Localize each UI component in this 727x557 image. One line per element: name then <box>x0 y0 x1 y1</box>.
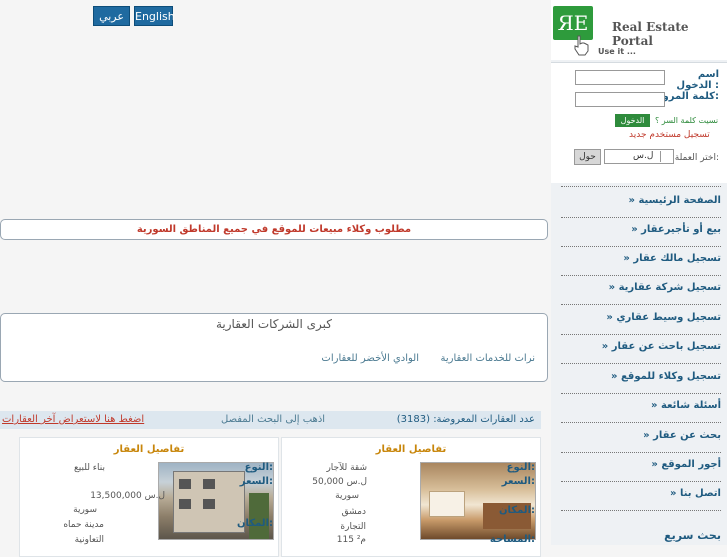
company-link[interactable]: الوادي الأخضر للعقارات <box>321 353 419 364</box>
sidebar: ЯE Real Estate Portal Use it ... اسم الد… <box>551 0 727 545</box>
listing-count: عدد العقارات المعروضة: (3183) <box>396 414 535 425</box>
property-card-title: تفاصيل العقار <box>375 444 447 455</box>
forgot-password-link[interactable]: نسيت كلمة السر ؟ <box>655 116 718 125</box>
place-value: دمشق التجارة <box>340 507 366 532</box>
area-label: المساحة: <box>489 534 535 545</box>
nav-divider <box>561 186 721 187</box>
nav-item-register-broker[interactable]: » تسجيل وسيط عقاري <box>557 312 721 323</box>
nav-divider <box>561 393 721 394</box>
currency-value: ل.س <box>633 151 654 161</box>
place-value: مدينة حماه التعاونية <box>63 520 104 545</box>
nav-item-pricing[interactable]: » أجور الموقع <box>557 459 721 470</box>
currency-label: اختر العملة: <box>674 153 719 163</box>
nav-item-faq[interactable]: » أسئلة شائعة <box>557 400 721 411</box>
username-label: اسم الدخول : <box>676 69 719 91</box>
property-card-title: تفاصيل العقار <box>113 444 185 455</box>
property-photo[interactable] <box>420 462 536 540</box>
price-value: 50,000 ل.س <box>312 477 367 487</box>
logo-tagline: Use it ... <box>598 47 636 56</box>
company-link[interactable]: نرات للخدمات العقارية <box>441 353 535 364</box>
country-value: سورية <box>335 491 359 501</box>
agents-wanted-text[interactable]: مطلوب وكلاء مبيعات للموقع في جميع المناط… <box>137 224 411 235</box>
type-label: النوع: <box>244 462 273 473</box>
type-value: بناء للبيع <box>74 463 105 473</box>
convert-button[interactable]: حول <box>574 149 601 165</box>
nav-divider <box>561 304 721 305</box>
type-label: النوع: <box>506 462 535 473</box>
price-label: السعر: <box>239 476 273 487</box>
nav-item-sell-rent[interactable]: » بيع أو تأجيرعقار <box>557 224 721 235</box>
country-value: سورية <box>73 505 97 515</box>
nav-item-home[interactable]: » الصفحة الرئيسية <box>557 195 721 206</box>
nav-item-contact[interactable]: » اتصل بنا <box>557 488 721 499</box>
nav-item-register-company[interactable]: » تسجيل شركة عقارية <box>557 282 721 293</box>
nav-divider <box>561 246 721 247</box>
property-card[interactable]: تفاصيل العقار النوع: شقة للآجار السعر: 5… <box>281 437 541 557</box>
top-companies-panel: كبرى الشركات العقارية نرات للخدمات العقا… <box>0 313 548 382</box>
nav-divider <box>561 481 721 482</box>
listing-stats-bar: عدد العقارات المعروضة: (3183) اذهب إلى ا… <box>0 411 541 429</box>
language-arabic-button[interactable]: عربي <box>93 6 130 26</box>
language-english-button[interactable]: English <box>134 6 175 26</box>
nav-divider <box>561 422 721 423</box>
price-value: 13,500,000 ل.س <box>90 491 165 501</box>
nav-item-register-seeker[interactable]: » تسجيل باحث عن عقار <box>557 341 721 352</box>
nav-divider <box>561 510 721 511</box>
username-input[interactable] <box>575 70 665 85</box>
logo[interactable]: ЯE Real Estate Portal Use it ... <box>551 0 727 60</box>
type-value: شقة للآجار <box>326 463 367 473</box>
password-input[interactable] <box>575 92 665 107</box>
nav-divider <box>561 334 721 335</box>
chevron-down-icon <box>660 151 671 162</box>
property-card[interactable]: تفاصيل العقار النوع: بناء للبيع السعر: 1… <box>19 437 279 557</box>
hand-cursor-icon <box>574 35 589 56</box>
nav-item-register-agents[interactable]: » تسجيل وكلاء للموقع <box>557 371 721 382</box>
password-label: كلمة المرور: <box>656 91 719 102</box>
register-link[interactable]: تسجيل مستخدم جديد <box>629 130 710 140</box>
nav-item-search[interactable]: » بحث عن عقار <box>557 430 721 441</box>
agents-wanted-banner[interactable]: مطلوب وكلاء مبيعات للموقع في جميع المناط… <box>0 219 548 240</box>
nav-item-register-owner[interactable]: » تسجيل مالك عقار <box>557 253 721 264</box>
login-button[interactable]: الدخول <box>615 114 650 127</box>
nav-divider <box>561 217 721 218</box>
nav-divider <box>561 275 721 276</box>
quick-search-title: بحث سريع <box>664 529 721 542</box>
nav-divider <box>561 363 721 364</box>
logo-name: Real Estate Portal <box>612 20 689 48</box>
currency-select[interactable]: ل.س <box>604 149 674 164</box>
area-value: 115 م² <box>336 535 366 545</box>
nav-divider <box>561 452 721 453</box>
price-label: السعر: <box>501 476 535 487</box>
latest-listings-link[interactable]: اضغط هنا لاستعراض آخر العقارات <box>2 411 144 429</box>
place-label: المكان: <box>237 518 273 529</box>
advanced-search-link[interactable]: اذهب إلى البحث المفصل <box>221 411 325 429</box>
top-companies-title: كبرى الشركات العقارية <box>215 317 333 331</box>
place-label: المكان: <box>499 505 535 516</box>
